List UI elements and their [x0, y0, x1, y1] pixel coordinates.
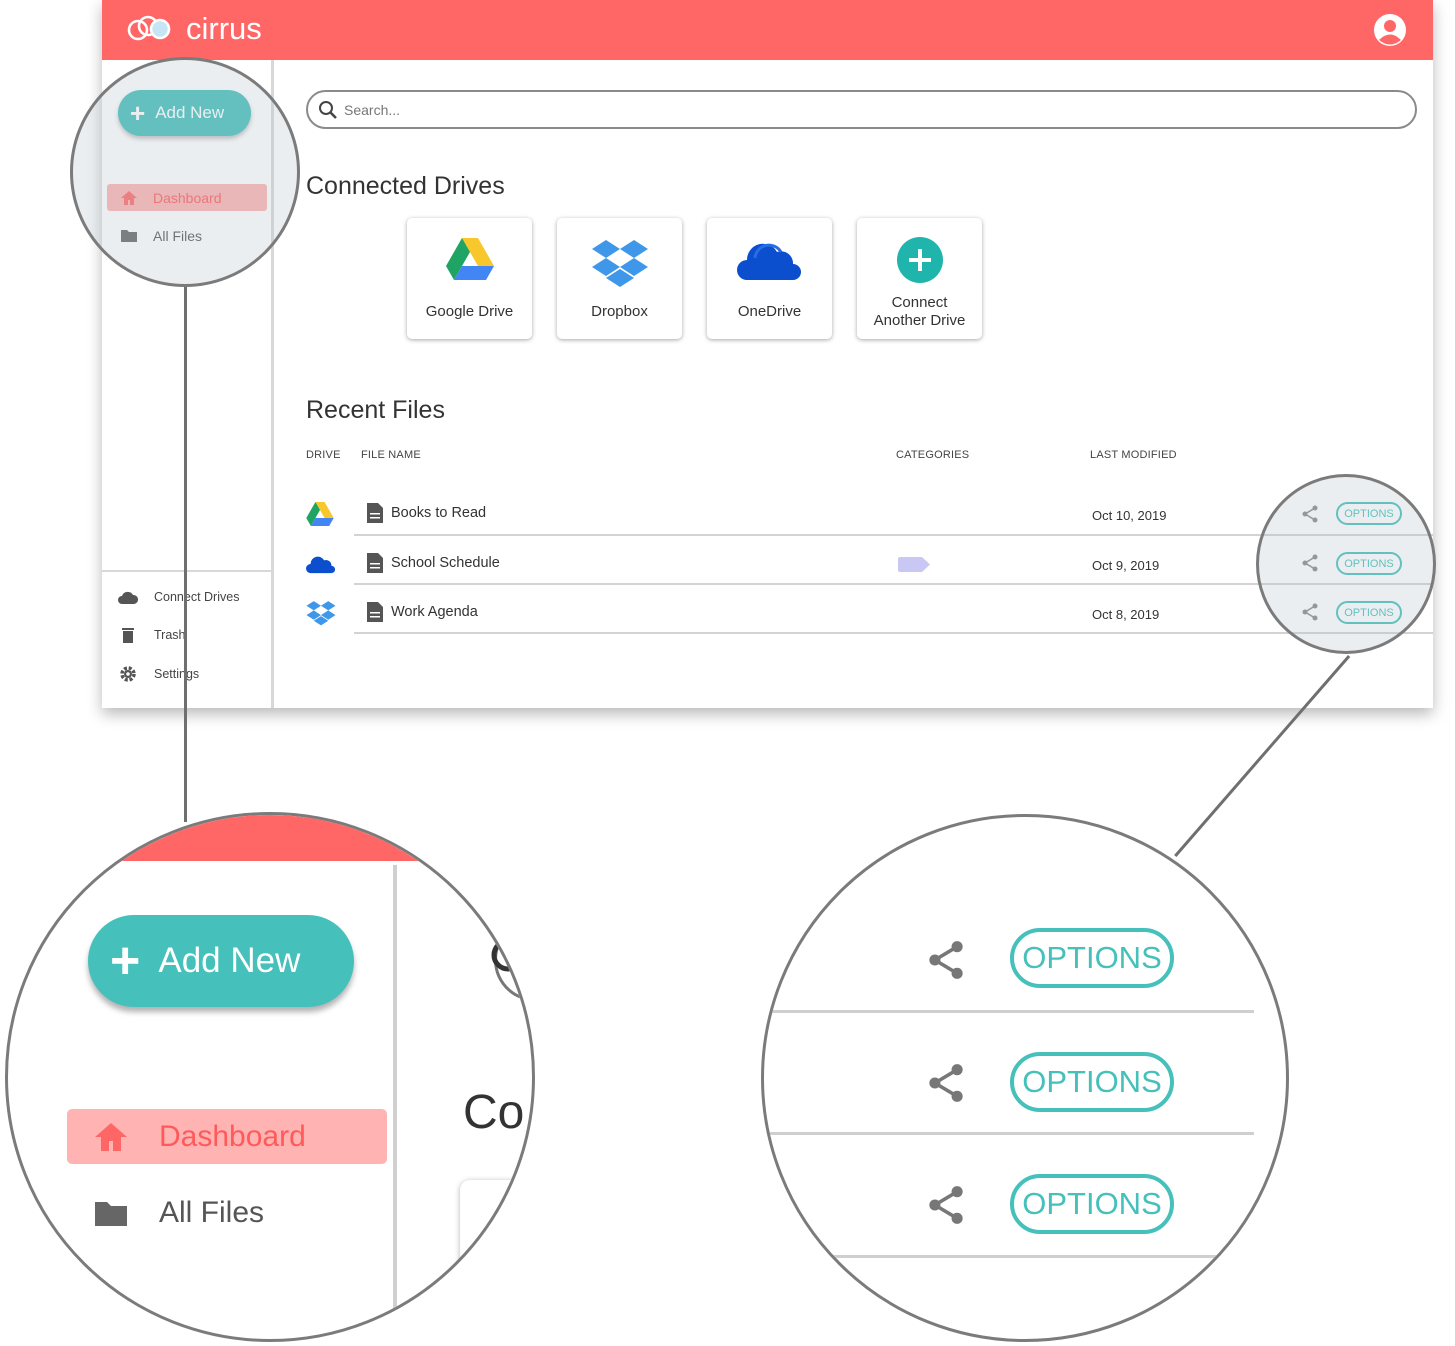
zoom-drive-card-partial — [460, 1180, 532, 1300]
app-window: cirrus + Add New Dashboard All Files Con… — [102, 0, 1433, 708]
last-modified: Oct 9, 2019 — [1092, 558, 1160, 573]
user-circle-icon[interactable] — [1373, 13, 1407, 47]
search-placeholder: Search... — [344, 101, 401, 118]
zoom-row-divider — [764, 1010, 1254, 1013]
file-name[interactable]: School Schedule — [367, 553, 500, 573]
zoom-sidebar-divider — [393, 865, 397, 1325]
zoom-search-icon — [491, 920, 525, 1000]
sidebar-item-label: Settings — [154, 667, 200, 681]
zoom-sidebar-item-label: Dashboard — [159, 1119, 306, 1153]
drive-card-label-line2: Another Drive — [873, 312, 966, 329]
zoom-row-divider — [824, 1255, 1224, 1258]
connected-drives-title: Connected Drives — [306, 172, 505, 200]
share-icon[interactable] — [926, 939, 966, 981]
zoom-add-new-label: Add New — [158, 941, 301, 980]
share-icon[interactable] — [926, 1062, 966, 1104]
zoom-sidebar-item-label: All Files — [159, 1195, 265, 1229]
home-icon — [95, 1122, 127, 1151]
zoom-add-new-button[interactable]: + Add New — [88, 915, 354, 1007]
google-drive-icon — [306, 502, 334, 531]
file-name-text: Work Agenda — [391, 604, 478, 620]
lens-connector-left — [184, 287, 187, 822]
brand[interactable]: cirrus — [124, 12, 262, 46]
zoom-lens-sidebar: + Add New Dashboard All Files Co — [5, 812, 535, 1342]
dropbox-icon — [591, 240, 648, 287]
document-icon — [367, 503, 383, 523]
zoom-row-divider — [764, 1132, 1254, 1135]
drive-card-connect-another[interactable]: Connect Another Drive — [857, 218, 982, 339]
column-header-file-name[interactable]: FILE NAME — [361, 449, 421, 461]
drive-card-google-drive[interactable]: Google Drive — [407, 218, 532, 339]
column-header-drive[interactable]: DRIVE — [306, 449, 341, 461]
cirrus-logo-icon — [127, 15, 171, 41]
drive-card-label: Dropbox — [591, 303, 648, 320]
trash-icon — [122, 628, 134, 643]
zoom-options-button[interactable]: OPTIONS — [1010, 1052, 1174, 1112]
row-divider — [354, 632, 1433, 634]
document-icon — [367, 602, 383, 622]
search-icon — [319, 100, 337, 119]
zoom-header-strip — [8, 815, 532, 861]
lens-indicator-options — [1256, 474, 1436, 654]
file-name[interactable]: Books to Read — [367, 503, 486, 523]
zoom-options-button[interactable]: OPTIONS — [1010, 928, 1174, 988]
folder-icon — [95, 1201, 127, 1226]
google-drive-icon — [445, 238, 494, 280]
sidebar-divider — [102, 570, 274, 572]
last-modified: Oct 10, 2019 — [1092, 508, 1167, 523]
sidebar-item-label: Connect Drives — [154, 590, 240, 604]
file-name-text: Books to Read — [391, 505, 487, 521]
drive-card-label: Connect Another Drive — [857, 294, 982, 330]
cloud-icon — [118, 591, 138, 604]
dropbox-icon — [306, 600, 336, 631]
zoom-options-button[interactable]: OPTIONS — [1010, 1174, 1174, 1234]
category-tag-icon[interactable] — [898, 557, 930, 572]
drive-card-onedrive[interactable]: OneDrive — [707, 218, 832, 339]
brand-name: cirrus — [186, 11, 262, 46]
sidebar-item-connect-drives[interactable]: Connect Drives — [118, 590, 239, 604]
document-icon — [367, 553, 383, 573]
last-modified: Oct 8, 2019 — [1092, 607, 1160, 622]
drive-card-label-line1: Connect — [891, 294, 948, 311]
drive-card-dropbox[interactable]: Dropbox — [557, 218, 682, 339]
main-content: Search... Connected Drives Google Drive … — [274, 60, 1433, 708]
column-header-categories[interactable]: CATEGORIES — [896, 449, 969, 461]
zoom-lens-options: OPTIONS OPTIONS OPTIONS — [761, 814, 1289, 1342]
drive-card-label: Google Drive — [425, 303, 514, 320]
search-input[interactable]: Search... — [306, 90, 1417, 129]
share-icon[interactable] — [926, 1184, 966, 1226]
file-name-text: School Schedule — [391, 555, 500, 571]
lens-indicator-sidebar — [70, 57, 300, 287]
column-header-last-modified[interactable]: LAST MODIFIED — [1090, 449, 1177, 461]
sidebar-item-label: Trash — [154, 628, 186, 642]
recent-files-title: Recent Files — [306, 396, 445, 424]
drive-card-label: OneDrive — [737, 303, 802, 320]
file-name[interactable]: Work Agenda — [367, 602, 478, 622]
onedrive-icon — [306, 554, 336, 579]
plus-icon: + — [110, 932, 141, 990]
gear-icon — [120, 666, 136, 682]
plus-circle-icon — [896, 237, 943, 283]
top-bar: cirrus — [102, 0, 1433, 60]
zoom-partial-title: Co — [463, 1086, 525, 1139]
zoom-sidebar-item-all-files[interactable]: All Files — [67, 1185, 387, 1240]
zoom-sidebar-item-dashboard[interactable]: Dashboard — [67, 1109, 387, 1164]
onedrive-icon — [736, 243, 801, 280]
sidebar-item-trash[interactable]: Trash — [118, 627, 186, 643]
